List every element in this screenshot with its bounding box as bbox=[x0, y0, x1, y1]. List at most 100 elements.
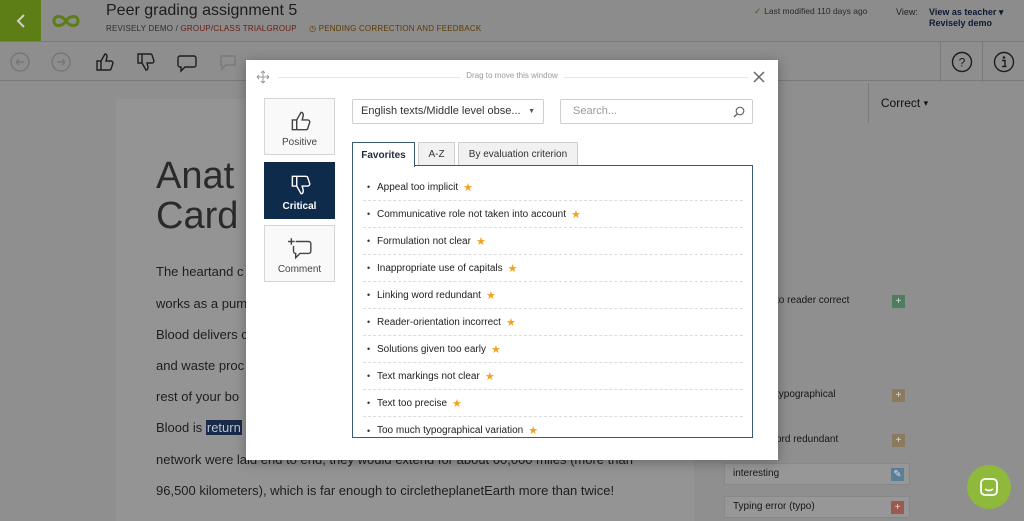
plus-icon[interactable]: + bbox=[891, 501, 904, 514]
type-label: Positive bbox=[281, 137, 317, 148]
category-value: English texts/Middle level obse... bbox=[361, 105, 521, 117]
type-positive-button[interactable]: Positive bbox=[264, 98, 335, 155]
item-label: Solutions given too early bbox=[377, 343, 486, 355]
chat-icon bbox=[980, 478, 998, 496]
back-button[interactable] bbox=[0, 0, 41, 41]
list-item[interactable]: Appeal too implicit ★ bbox=[363, 174, 743, 201]
close-icon[interactable] bbox=[752, 70, 766, 84]
thumbs-up-icon[interactable] bbox=[93, 51, 115, 73]
drag-handle[interactable]: Drag to move this window bbox=[246, 60, 778, 90]
type-label: Comment bbox=[277, 264, 322, 275]
item-label: Inappropriate use of capitals bbox=[377, 262, 503, 274]
type-critical-button[interactable]: Critical bbox=[264, 162, 335, 219]
list-item[interactable]: Solutions given too early ★ bbox=[363, 336, 743, 363]
list-item[interactable]: Reader-orientation incorrect ★ bbox=[363, 309, 743, 336]
list-item[interactable]: Linking word redundant ★ bbox=[363, 282, 743, 309]
top-header: Peer grading assignment 5 REVISELY DEMO … bbox=[0, 0, 1024, 41]
chevron-down-icon: ▾ bbox=[923, 97, 929, 108]
infinity-logo-icon bbox=[52, 14, 80, 27]
svg-text:?: ? bbox=[958, 56, 965, 70]
help-button[interactable]: ? bbox=[940, 42, 982, 82]
highlighted-text[interactable]: return bbox=[205, 420, 242, 435]
star-icon[interactable]: ★ bbox=[508, 262, 518, 275]
document-line[interactable]: rest of your bo bbox=[156, 389, 239, 404]
category-select[interactable]: English texts/Middle level obse... ▼ bbox=[352, 99, 544, 124]
item-label: Text markings not clear bbox=[377, 370, 480, 382]
list-item[interactable]: Communicative role not taken into accoun… bbox=[363, 201, 743, 228]
item-label: Too much typographical variation bbox=[377, 425, 524, 436]
chat-button[interactable] bbox=[967, 465, 1011, 509]
list-item[interactable]: Formulation not clear ★ bbox=[363, 228, 743, 255]
document-line[interactable]: Blood delivers c bbox=[156, 327, 248, 342]
document-line[interactable]: 96,500 kilometers), which is far enough … bbox=[156, 483, 614, 498]
tab-favorites[interactable]: Favorites bbox=[352, 142, 415, 167]
item-label: Communicative role not taken into accoun… bbox=[377, 208, 566, 220]
item-label: Text too precise bbox=[377, 397, 448, 409]
side-comment[interactable]: interesting ✎ bbox=[724, 463, 910, 485]
type-comment-button[interactable]: Comment bbox=[264, 225, 335, 282]
star-icon[interactable]: ★ bbox=[571, 208, 581, 221]
star-icon[interactable]: ★ bbox=[506, 316, 516, 329]
correct-label: Correct bbox=[880, 96, 921, 110]
item-label: Linking word redundant bbox=[377, 289, 481, 301]
view-label: View: bbox=[896, 7, 918, 17]
breadcrumb-group[interactable]: GROUP/CLASS TRIALGROUP bbox=[181, 24, 297, 33]
star-icon[interactable]: ★ bbox=[485, 370, 495, 383]
info-button[interactable] bbox=[982, 42, 1024, 82]
disabled-tool-icon bbox=[220, 55, 236, 71]
last-modified-text: Last modified 110 days ago bbox=[764, 6, 868, 16]
list-item[interactable]: Inappropriate use of capitals ★ bbox=[363, 255, 743, 282]
document-line[interactable]: Blood is return bbox=[156, 420, 242, 435]
type-label: Critical bbox=[282, 201, 317, 212]
star-icon[interactable]: ★ bbox=[486, 289, 496, 302]
caret-down-icon: ▼ bbox=[528, 108, 535, 115]
list-item[interactable]: Text markings not clear ★ bbox=[363, 363, 743, 390]
list-item[interactable]: Too much typographical variation ★ bbox=[363, 417, 743, 437]
chevron-down-icon: ▾ bbox=[998, 7, 1004, 17]
view-selector[interactable]: View as teacher ▾ Revisely demo bbox=[929, 7, 1003, 29]
correct-dropdown[interactable]: Correct ▾ bbox=[868, 83, 940, 123]
view-role: View as teacher bbox=[929, 7, 997, 17]
heading-line: Anat bbox=[156, 155, 235, 197]
edit-icon[interactable]: ✎ bbox=[891, 468, 904, 481]
thumbs-down-icon bbox=[291, 175, 311, 195]
thumbs-up-icon bbox=[291, 111, 311, 131]
star-icon[interactable]: ★ bbox=[491, 343, 501, 356]
list-item[interactable]: Text too precise ★ bbox=[363, 390, 743, 417]
document-line[interactable]: and waste proc bbox=[156, 358, 244, 373]
star-icon[interactable]: ★ bbox=[528, 424, 538, 437]
side-comment-text: ord redundant bbox=[776, 434, 839, 445]
star-icon[interactable]: ★ bbox=[463, 181, 473, 194]
info-icon bbox=[993, 51, 1014, 73]
plus-icon[interactable]: + bbox=[892, 434, 905, 447]
search-placeholder: Search... bbox=[573, 105, 618, 117]
tab-a-z[interactable]: A-Z bbox=[418, 142, 455, 166]
item-label: Formulation not clear bbox=[377, 235, 471, 247]
document-line[interactable]: works as a pum bbox=[156, 296, 247, 311]
tab-by-criterion[interactable]: By evaluation criterion bbox=[458, 142, 578, 166]
search-input[interactable]: Search... bbox=[560, 99, 753, 124]
breadcrumb-org[interactable]: REVISELY DEMO / bbox=[106, 24, 178, 33]
document-title: Peer grading assignment 5 bbox=[106, 2, 298, 19]
undo-icon[interactable] bbox=[9, 51, 31, 73]
breadcrumb: REVISELY DEMO / GROUP/CLASS TRIALGROUP ◷… bbox=[106, 24, 481, 33]
side-comment-text: Typing error (typo) bbox=[733, 501, 815, 512]
search-icon[interactable] bbox=[733, 106, 745, 118]
plus-icon[interactable]: + bbox=[892, 295, 905, 308]
redo-icon[interactable] bbox=[50, 51, 72, 73]
last-modified: ✓ Last modified 110 days ago bbox=[754, 6, 867, 17]
question-icon: ? bbox=[951, 51, 972, 73]
drag-hint-text: Drag to move this window bbox=[460, 71, 564, 80]
logo bbox=[41, 0, 91, 41]
favorites-list[interactable]: Appeal too implicit ★ Communicative role … bbox=[352, 165, 753, 438]
star-icon[interactable]: ★ bbox=[452, 397, 462, 410]
thumbs-down-icon[interactable] bbox=[134, 51, 156, 73]
side-comment[interactable]: Typing error (typo) + bbox=[724, 496, 910, 518]
document-line[interactable]: The heartand c bbox=[156, 264, 243, 279]
comment-icon[interactable] bbox=[176, 51, 198, 73]
comment-picker-modal: Drag to move this window Positive Critic… bbox=[246, 60, 778, 460]
plus-icon[interactable]: + bbox=[892, 389, 905, 402]
side-comment-text: to reader correct bbox=[776, 295, 850, 306]
heading-line: Card bbox=[156, 195, 239, 237]
star-icon[interactable]: ★ bbox=[476, 235, 486, 248]
